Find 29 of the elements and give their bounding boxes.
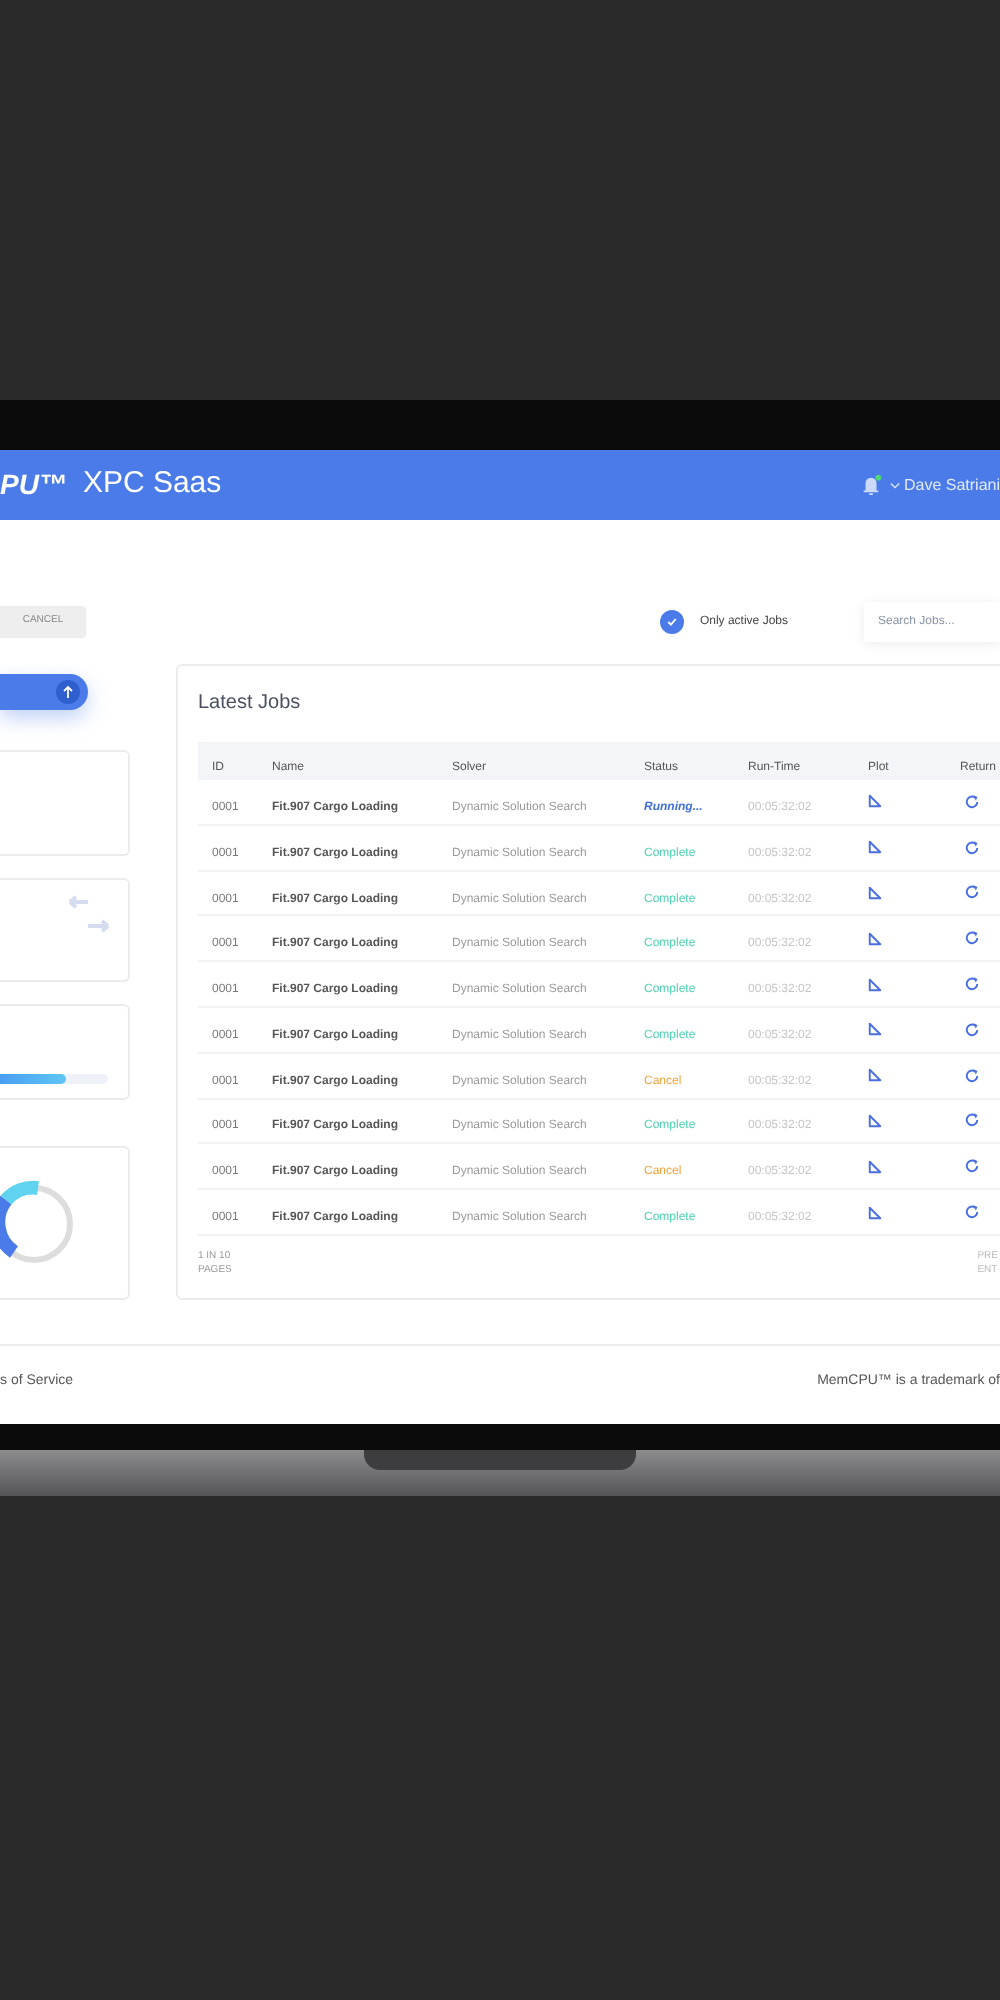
chart-icon[interactable] [868,1205,882,1220]
upload-button[interactable] [0,674,88,710]
chart-icon[interactable] [868,977,882,992]
chart-icon[interactable] [868,931,882,946]
refresh-icon[interactable] [964,1204,980,1221]
logo-text: PU™ [0,466,67,504]
chart-icon[interactable] [868,1022,882,1037]
refresh-icon[interactable] [964,1067,980,1084]
refresh-icon[interactable] [964,1158,980,1175]
chart-icon[interactable] [868,1068,882,1083]
refresh-icon[interactable] [964,930,980,947]
check-icon [665,616,678,628]
chart-icon[interactable] [868,794,882,809]
chart-icon[interactable] [868,885,882,900]
refresh-icon[interactable] [964,976,980,993]
checkbox[interactable] [659,610,684,634]
chart-icon[interactable] [868,1113,882,1128]
chart-icon[interactable] [868,840,882,855]
caret-icon [889,481,900,489]
refresh-icon[interactable] [964,793,980,810]
bell-icon[interactable] [859,474,882,496]
refresh-icon[interactable] [964,1112,980,1129]
arrow-up-icon [56,680,80,704]
refresh-icon[interactable] [964,884,980,901]
app-title: XPC Saas [82,464,222,505]
card-title: Latest Jobs [198,690,301,718]
refresh-icon[interactable] [964,839,980,856]
chart-icon[interactable] [868,1159,882,1174]
refresh-icon[interactable] [964,1021,980,1038]
